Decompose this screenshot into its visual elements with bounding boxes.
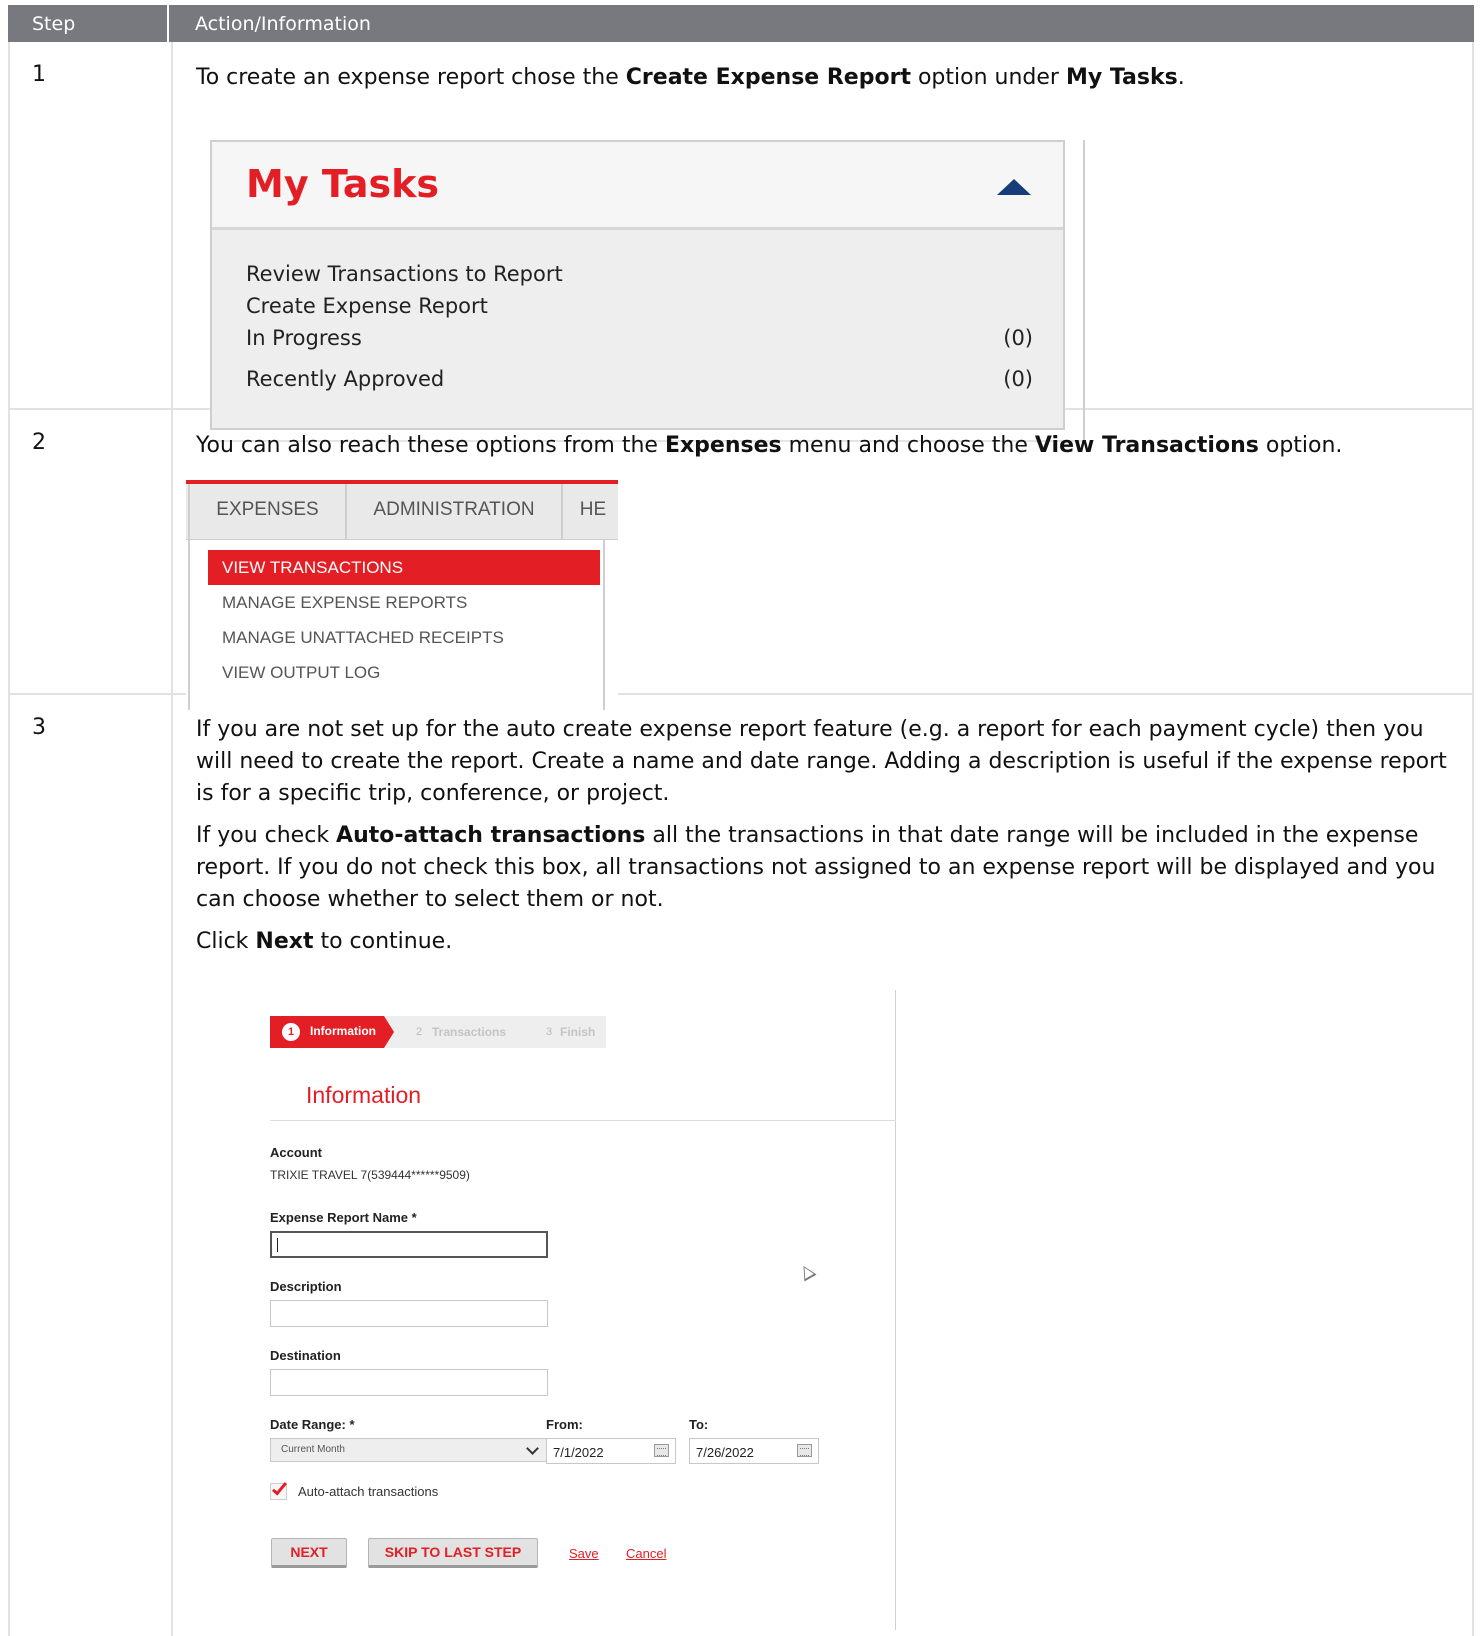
auto-attach-label: Auto-attach transactions xyxy=(298,1484,439,1499)
task-recently-approved[interactable]: Recently Approved xyxy=(246,367,444,391)
step-1-number: 1 xyxy=(282,1023,300,1041)
save-link[interactable]: Save xyxy=(569,1546,599,1561)
report-name-label: Expense Report Name * xyxy=(270,1210,417,1225)
instruction-text: To create an expense report chose the Cr… xyxy=(196,65,1185,90)
description-label: Description xyxy=(270,1279,342,1294)
table-row-1: 1 To create an expense report chose the … xyxy=(8,42,1474,442)
step-2-number: 2 xyxy=(415,1026,423,1038)
account-value: TRIXIE TRAVEL 7(539444******9509) xyxy=(270,1168,470,1182)
recently-approved-count: (0) xyxy=(1003,367,1033,391)
mouse-cursor-icon xyxy=(797,1262,817,1282)
task-review-transactions[interactable]: Review Transactions to Report xyxy=(246,262,563,286)
menu-item-view-output-log[interactable]: VIEW OUTPUT LOG xyxy=(208,655,600,690)
instruction-paragraph-1: If you are not set up for the auto creat… xyxy=(196,717,1447,806)
text-caret xyxy=(277,1238,278,1252)
calendar-icon[interactable] xyxy=(797,1444,812,1457)
chevron-down-icon xyxy=(526,1442,539,1455)
step-transactions[interactable]: Transactions xyxy=(432,1025,506,1039)
task-create-expense-report[interactable]: Create Expense Report xyxy=(246,294,488,318)
cancel-link[interactable]: Cancel xyxy=(626,1546,666,1561)
description-input[interactable] xyxy=(270,1300,548,1327)
from-date-input[interactable]: 7/1/2022 xyxy=(546,1438,676,1464)
destination-label: Destination xyxy=(270,1348,341,1363)
column-divider xyxy=(171,410,173,693)
skip-to-last-step-button[interactable]: SKIP TO LAST STEP xyxy=(368,1538,538,1568)
expenses-menu-screenshot: EXPENSES ADMINISTRATION HE VIEW TRANSACT… xyxy=(186,480,618,710)
menu-tabs: EXPENSES ADMINISTRATION HE xyxy=(186,484,618,540)
task-in-progress[interactable]: In Progress xyxy=(246,326,362,350)
my-tasks-header: My Tasks xyxy=(212,142,1063,230)
collapse-arrow-icon[interactable] xyxy=(997,179,1031,195)
step-content: If you are not set up for the auto creat… xyxy=(196,714,1456,958)
to-date-value: 7/26/2022 xyxy=(696,1445,754,1460)
step-3-number: 3 xyxy=(545,1026,553,1038)
instruction-paragraph-3: Click Next to continue. xyxy=(196,929,453,954)
step-content: You can also reach these options from th… xyxy=(196,430,1456,462)
expenses-dropdown: VIEW TRANSACTIONS MANAGE EXPENSE REPORTS… xyxy=(188,540,605,710)
tab-administration[interactable]: ADMINISTRATION xyxy=(347,484,563,540)
my-tasks-screenshot: My Tasks Review Transactions to Report C… xyxy=(210,140,1085,442)
step-content: To create an expense report chose the Cr… xyxy=(196,62,1456,94)
report-name-input[interactable] xyxy=(270,1231,548,1258)
step-number: 2 xyxy=(32,430,46,455)
header-action: Action/Information xyxy=(195,13,371,35)
menu-item-manage-unattached-receipts[interactable]: MANAGE UNATTACHED RECEIPTS xyxy=(208,620,600,655)
to-date-input[interactable]: 7/26/2022 xyxy=(689,1438,819,1464)
auto-attach-checkbox[interactable] xyxy=(270,1479,290,1500)
my-tasks-panel: My Tasks Review Transactions to Report C… xyxy=(210,140,1065,430)
date-range-value: Current Month xyxy=(281,1444,345,1455)
divider xyxy=(270,1120,896,1121)
table-header: Step Action/Information xyxy=(8,5,1474,42)
to-label: To: xyxy=(689,1417,709,1432)
wizard-steps: Information 1 2 Transactions 3 Finish xyxy=(270,1016,606,1048)
tab-help[interactable]: HE xyxy=(563,484,618,540)
account-label: Account xyxy=(270,1145,322,1160)
date-range-select[interactable]: Current Month xyxy=(270,1438,548,1462)
from-label: From: xyxy=(546,1417,583,1432)
instruction-paragraph-2: If you check Auto-attach transactions al… xyxy=(196,823,1436,912)
step-number: 1 xyxy=(32,62,46,87)
header-step: Step xyxy=(8,5,169,42)
destination-input[interactable] xyxy=(270,1369,548,1396)
next-button[interactable]: NEXT xyxy=(271,1538,347,1568)
menu-item-view-transactions[interactable]: VIEW TRANSACTIONS xyxy=(208,550,600,585)
calendar-icon[interactable] xyxy=(654,1444,669,1457)
tab-expenses[interactable]: EXPENSES xyxy=(188,484,347,540)
step-finish[interactable]: Finish xyxy=(560,1025,595,1039)
step-number: 3 xyxy=(32,715,46,740)
instruction-text: You can also reach these options from th… xyxy=(196,433,1343,458)
in-progress-count: (0) xyxy=(1003,326,1033,350)
date-range-label: Date Range: * xyxy=(270,1417,355,1432)
wizard-title: Information xyxy=(306,1082,422,1108)
column-divider xyxy=(171,42,173,408)
column-divider xyxy=(171,695,173,1636)
menu-item-manage-expense-reports[interactable]: MANAGE EXPENSE REPORTS xyxy=(208,585,600,620)
my-tasks-title: My Tasks xyxy=(246,162,439,206)
create-report-wizard-screenshot: Information 1 2 Transactions 3 Finish In… xyxy=(186,990,896,1630)
from-date-value: 7/1/2022 xyxy=(553,1445,604,1460)
